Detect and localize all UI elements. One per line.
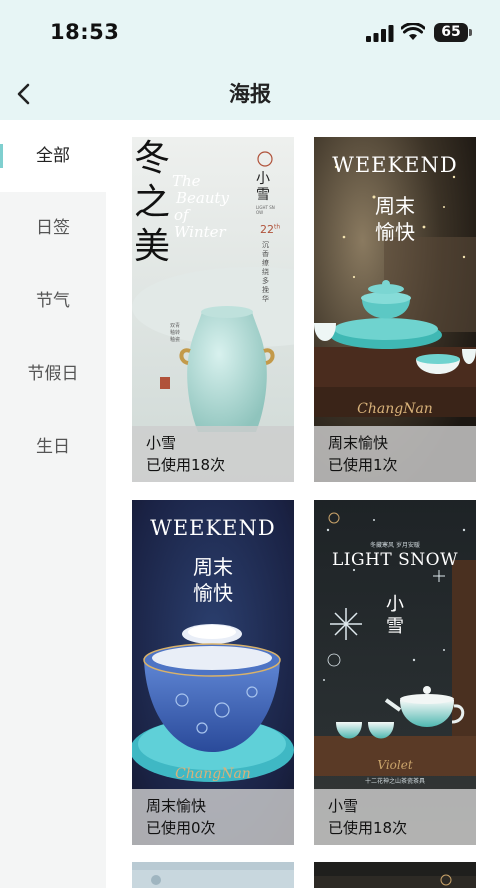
poster-art-title: 小雪	[256, 171, 270, 203]
sidebar-item-birthday[interactable]: 生日	[0, 411, 106, 483]
sidebar-item-label: 日签	[36, 218, 70, 238]
poster-card-partial[interactable]	[132, 862, 294, 888]
battery-indicator: 65	[434, 23, 468, 42]
active-indicator	[0, 144, 3, 168]
poster-usage-count: 已使用18次	[146, 456, 226, 474]
poster-art-day-suffix: th	[274, 223, 281, 231]
category-sidebar: 全部 日签 节气 节假日 生日	[0, 120, 106, 888]
wifi-icon	[401, 23, 425, 40]
poster-usage-count: 已使用18次	[328, 819, 408, 837]
poster-card[interactable]: WEEKEND 周末愉快 ChangNan 周末愉快 已使用0次	[132, 500, 294, 845]
poster-art-brand: Violet	[377, 758, 413, 772]
poster-usage-count: 已使用0次	[146, 819, 216, 837]
poster-art-seal-text: 双青釉转釉瓷	[170, 323, 181, 343]
sidebar-item-all[interactable]: 全部	[0, 120, 106, 192]
poster-grid: 冬之美 The Beauty of Winter 小雪 LIGHT SNOW 2…	[106, 120, 500, 888]
poster-name: 小雪	[328, 797, 359, 815]
sidebar-item-daily[interactable]: 日签	[0, 192, 106, 264]
poster-name: 周末愉快	[146, 797, 207, 815]
poster-art-footer: 十二花神之山茶瓷茶具	[364, 778, 425, 785]
poster-art-script-line: The	[172, 172, 201, 190]
poster-art-headline: WEEKEND	[332, 153, 458, 177]
poster-card[interactable]: 冬藏寒风 岁月安暖 LIGHT SNOW 小雪 Violet 十二花神之山茶瓷茶…	[314, 500, 476, 845]
poster-art-brand: ChangNan	[175, 766, 251, 782]
sidebar-item-label: 节气	[36, 291, 70, 311]
battery-tip	[469, 29, 472, 36]
nav-bar: 海报	[0, 66, 500, 120]
poster-usage-count: 已使用1次	[328, 456, 398, 474]
poster-art-title: 小雪	[386, 594, 404, 637]
sidebar-item-label: 节假日	[27, 364, 79, 384]
poster-card[interactable]: 冬之美 The Beauty of Winter 小雪 LIGHT SNOW 2…	[132, 137, 294, 482]
poster-art-poem: 沉香缭绕多挽华	[262, 241, 269, 303]
poster-art-subtitle: LIGHT SNOW	[256, 205, 275, 215]
sidebar-item-label: 全部	[36, 146, 70, 166]
sidebar-item-holidays[interactable]: 节假日	[0, 338, 106, 410]
poster-art-title: 周末愉快	[193, 555, 233, 605]
poster-info: 小雪 已使用18次	[132, 426, 294, 482]
poster-info: 周末愉快 已使用0次	[132, 789, 294, 845]
poster-art-day-number: 22	[260, 223, 274, 236]
poster-name: 小雪	[146, 434, 177, 452]
poster-art-script-line: Beauty	[176, 189, 230, 207]
poster-card-partial[interactable]	[314, 862, 476, 888]
poster-art-kicker: 冬藏寒风 岁月安暖	[370, 542, 420, 549]
cellular-signal-icon	[366, 25, 394, 42]
poster-card[interactable]: WEEKEND 周末愉快 ChangNan 周末愉快 已使用1次	[314, 137, 476, 482]
poster-name: 周末愉快	[328, 434, 389, 452]
poster-info: 小雪 已使用18次	[314, 789, 476, 845]
sidebar-item-label: 生日	[36, 437, 70, 457]
page-title: 海报	[229, 82, 271, 106]
poster-art-big-text: 冬之美	[134, 138, 171, 267]
poster-art-title: 周末愉快	[375, 194, 415, 244]
poster-thumbnail	[314, 862, 476, 888]
poster-info: 周末愉快 已使用1次	[314, 426, 476, 482]
poster-art-day: 22th	[260, 223, 280, 236]
status-time: 18:53	[50, 20, 120, 44]
poster-art-headline: WEEKEND	[150, 516, 276, 540]
status-bar: 18:53 65	[0, 0, 500, 66]
poster-art-headline: LIGHT SNOW	[331, 550, 459, 570]
poster-art-script: The Beauty of Winter	[172, 173, 229, 241]
poster-thumbnail	[132, 862, 294, 888]
poster-art-brand: ChangNan	[357, 401, 433, 417]
poster-art-script-line: of	[174, 206, 189, 224]
poster-art-script-line: Winter	[174, 223, 226, 241]
sidebar-item-solar-terms[interactable]: 节气	[0, 265, 106, 337]
